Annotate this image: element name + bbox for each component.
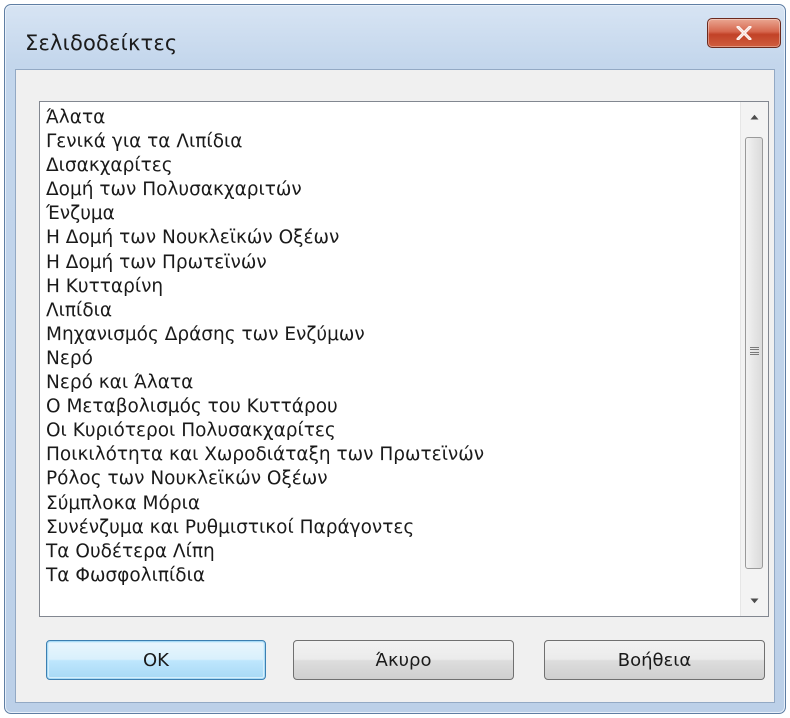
title-bar[interactable]: Σελιδοδείκτες [5,5,785,75]
vertical-scrollbar[interactable] [740,102,768,616]
list-item[interactable]: Ρόλος των Νουκλεϊκών Οξέων [40,467,740,491]
list-item[interactable]: Νερό [40,347,740,371]
scroll-down-arrow-icon [750,596,759,607]
list-item[interactable]: Η Δομή των Νουκλεϊκών Οξέων [40,226,740,250]
list-item[interactable]: Ένζυμα [40,202,740,226]
scroll-down-button[interactable] [741,586,768,616]
list-item[interactable]: Τα Ουδέτερα Λίπη [40,540,740,564]
list-item[interactable]: Ο Μεταβολισμός του Κυττάρου [40,395,740,419]
scrollbar-grip-icon [750,347,759,355]
cancel-button[interactable]: Άκυρο [293,640,514,680]
list-item[interactable]: Δισακχαρίτες [40,154,740,178]
list-item[interactable]: Οι Κυριότεροι Πολυσακχαρίτες [40,419,740,443]
bookmarks-dialog: Σελιδοδείκτες Άλατα Γενικά για τα Λιπίδια… [4,4,786,714]
scroll-up-arrow-icon [750,112,759,123]
list-item[interactable]: Γενικά για τα Λιπίδια [40,130,740,154]
list-item[interactable]: Άλατα [40,106,740,130]
list-item[interactable]: Μηχανισμός Δράσης των Ενζύμων [40,323,740,347]
close-icon [736,26,752,40]
help-button[interactable]: Βοήθεια [544,640,765,680]
list-item[interactable]: Σύμπλοκα Μόρια [40,492,740,516]
close-button[interactable] [707,18,781,48]
ok-button[interactable]: OK [46,640,266,680]
bookmarks-list-items: Άλατα Γενικά για τα Λιπίδια Δισακχαρίτες Δο… [40,102,740,616]
list-item[interactable]: Τα Φωσφολιπίδια [40,564,740,588]
list-item[interactable]: Λιπίδια [40,299,740,323]
dialog-title: Σελιδοδείκτες [25,31,178,55]
scrollbar-thumb[interactable] [745,137,763,569]
bookmarks-list[interactable]: Άλατα Γενικά για τα Λιπίδια Δισακχαρίτες Δο… [39,101,769,617]
scroll-up-button[interactable] [741,102,768,132]
list-item[interactable]: Η Δομή των Πρωτεϊνών [40,251,740,275]
list-item[interactable]: Συνένζυμα και Ρυθμιστικοί Παράγοντες [40,516,740,540]
dialog-body: Άλατα Γενικά για τα Λιπίδια Δισακχαρίτες Δο… [15,69,775,703]
list-item[interactable]: Δομή των Πολυσακχαριτών [40,178,740,202]
list-item[interactable]: Νερό και Άλατα [40,371,740,395]
list-item[interactable]: Ποικιλότητα και Χωροδιάταξη των Πρωτεϊνώ… [40,443,740,467]
list-item[interactable]: Η Κυτταρίνη [40,275,740,299]
